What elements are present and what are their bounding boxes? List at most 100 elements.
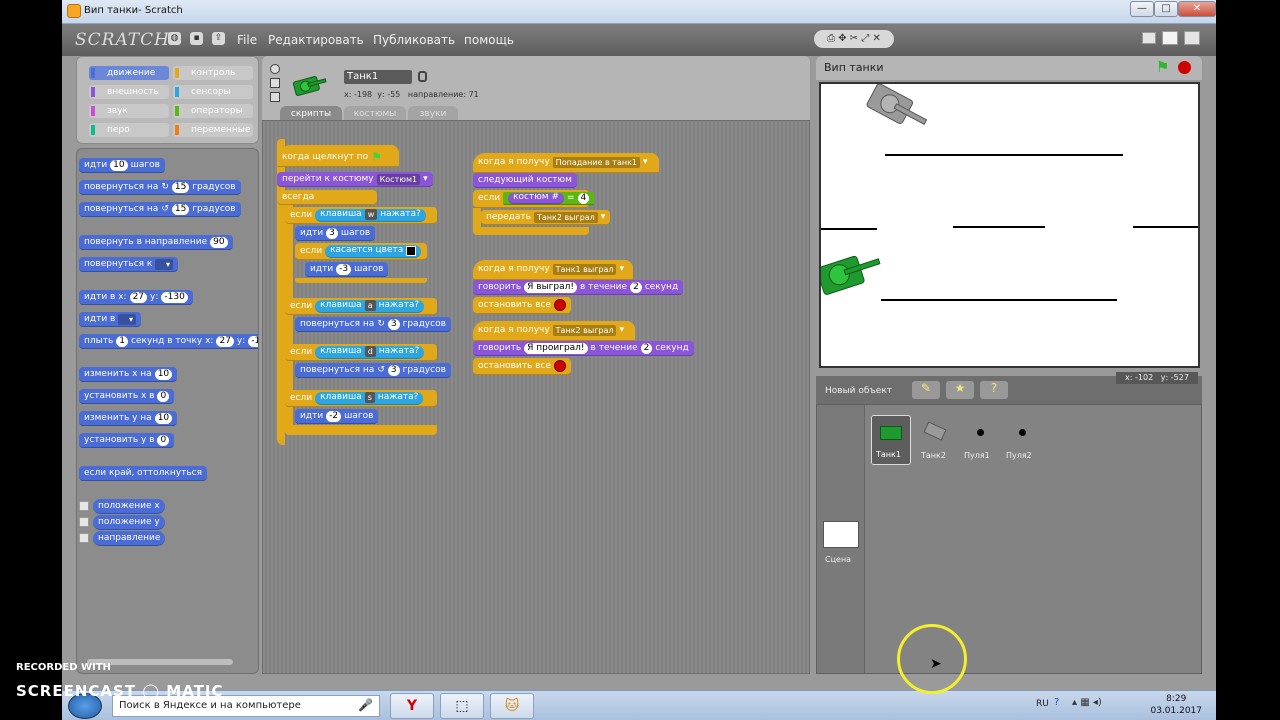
watermark-line1: RECORDED WITH <box>16 662 111 673</box>
language-indicator[interactable]: RU <box>1036 699 1049 709</box>
stage[interactable] <box>819 82 1200 368</box>
snipping-tool-icon[interactable]: ⬚ <box>440 693 484 719</box>
sprite-name-field[interactable]: Танк1 <box>344 70 412 84</box>
close-button[interactable]: ✕ <box>1178 1 1216 17</box>
turn-left-3-block[interactable]: повернуться на ↺ 3 градусов <box>295 363 451 378</box>
checkbox-direction[interactable] <box>79 533 89 543</box>
palette-direction-reporter[interactable]: направление <box>93 531 166 546</box>
stop-button[interactable] <box>1178 61 1191 74</box>
menu-edit[interactable]: Редактировать <box>268 33 364 47</box>
category-operators[interactable]: операторы <box>173 104 253 118</box>
menu-file[interactable]: File <box>237 33 257 47</box>
palette-glide-block[interactable]: плыть1секунд в точку х:27у:-1 <box>79 334 258 349</box>
sprite-tools[interactable]: ⎙ ✥ ✂ ⤢ ✕ <box>814 30 894 48</box>
category-sound[interactable]: звук <box>89 104 169 118</box>
move-minus3-block[interactable]: идти -3 шагов <box>305 262 389 277</box>
if-key-a-block[interactable]: если клавиша a нажата? <box>285 298 437 315</box>
sprite-tile-tank1[interactable]: Танк1 <box>871 415 911 465</box>
minimize-button[interactable]: — <box>1130 1 1154 17</box>
palette-bounce-block[interactable]: если край, оттолкнуться <box>79 466 207 481</box>
when-receive-tank2-won-hat[interactable]: когда я получу Танк2 выграл ▾ <box>473 321 635 341</box>
if-key-w-block[interactable]: если клавиша w нажата? <box>285 207 437 224</box>
when-receive-hit-hat[interactable]: когда я получу Попадание в танк1 ▾ <box>473 153 659 173</box>
menu-help[interactable]: помощь <box>464 33 514 47</box>
clock[interactable]: 8:29 03.01.2017 <box>1150 693 1202 717</box>
no-rotate-icon[interactable] <box>270 92 280 102</box>
palette-move-block[interactable]: идти 10 шагов <box>79 158 165 173</box>
say-lost-block[interactable]: говорить Я проиграл! в течение 2 секунд <box>473 341 694 356</box>
say-won-block[interactable]: говорить Я выграл! в течение 2 секунд <box>473 280 684 295</box>
paint-sprite-button[interactable]: ✎ <box>912 381 940 399</box>
checkbox-x-position[interactable] <box>79 501 89 511</box>
sprite-tile-bullet2[interactable]: Пуля2 <box>1003 415 1043 465</box>
share-icon[interactable]: ⇪ <box>212 32 225 45</box>
category-looks[interactable]: внешность <box>89 85 169 99</box>
normal-stage-icon[interactable] <box>1162 31 1178 45</box>
category-pen[interactable]: перо <box>89 123 169 137</box>
green-flag-button[interactable]: ⚑ <box>1156 58 1169 76</box>
if-key-s-block[interactable]: если клавиша s нажата? <box>285 390 437 407</box>
scratch-logo: SCRATCH <box>75 30 170 50</box>
save-icon[interactable]: ▪ <box>190 32 203 45</box>
move-3-block[interactable]: идти 3 шагов <box>295 226 376 241</box>
flip-style-icon[interactable] <box>270 78 280 88</box>
broadcast-block[interactable]: передать Танк2 выграл ▾ <box>481 210 611 225</box>
sprite-header: Танк1 х: -198 у: -55 направление: 71 скр… <box>262 56 810 122</box>
palette-change-x-block[interactable]: изменить х на 10 <box>79 367 178 382</box>
category-sensing[interactable]: сенсоры <box>173 85 253 99</box>
maximize-button[interactable]: □ <box>1154 1 1178 17</box>
small-stage-icon[interactable] <box>1142 32 1156 44</box>
forever-block[interactable]: всегда <box>277 190 377 205</box>
category-variables[interactable]: переменные <box>173 123 253 137</box>
switch-costume-block[interactable]: перейти к костюму Костюм1 ▾ <box>277 172 433 187</box>
tank1-sprite[interactable] <box>819 240 895 304</box>
palette-point-direction-block[interactable]: повернуть в направление 90 <box>79 235 233 250</box>
palette-x-position-reporter[interactable]: положение х <box>93 499 165 514</box>
palette-y-position-reporter[interactable]: положение у <box>93 515 165 530</box>
palette-goto-block[interactable]: идти в ▾ <box>79 312 141 327</box>
palette-point-towards-block[interactable]: повернуться к ▾ <box>79 257 179 272</box>
stop-sign-icon <box>553 360 566 372</box>
sprite-label: Пуля1 <box>964 451 990 460</box>
if-key-d-block[interactable]: если клавиша d нажата? <box>285 344 437 361</box>
when-receive-tank1-won-hat[interactable]: когда я получу Танк1 выграл ▾ <box>473 260 633 280</box>
palette-goto-xy-block[interactable]: идти в х: 27 у: -130 <box>79 290 193 305</box>
random-sprite-button[interactable]: ? <box>980 381 1008 399</box>
lock-icon[interactable] <box>418 71 427 82</box>
wall <box>821 228 877 230</box>
choose-sprite-button[interactable]: ★ <box>946 381 974 399</box>
rotate-style-icon[interactable] <box>270 64 280 74</box>
tank2-sprite[interactable] <box>859 84 945 148</box>
presentation-icon[interactable] <box>1184 31 1200 45</box>
sprite-tile-bullet1[interactable]: Пуля1 <box>961 415 1001 465</box>
stop-all-block[interactable]: остановить все <box>473 297 571 314</box>
help-icon[interactable]: ? <box>1054 697 1059 708</box>
when-flag-clicked-hat[interactable]: когда щелкнут по ⚑ <box>277 145 399 167</box>
category-motion[interactable]: движение <box>89 66 169 80</box>
scratch-window: Вип танки- Scratch — □ ✕ SCRATCH ◍ ▪ ⇪ F… <box>62 0 1216 690</box>
stage-thumbnail[interactable] <box>823 521 859 548</box>
move-minus2-block[interactable]: идти -2 шагов <box>295 409 379 424</box>
globe-icon[interactable]: ◍ <box>168 32 181 45</box>
palette-turn-right-block[interactable]: повернуться на ↻ 15 градусов <box>79 180 241 195</box>
yandex-browser-icon[interactable]: Y <box>390 693 434 719</box>
palette-change-y-block[interactable]: изменить у на 10 <box>79 411 178 426</box>
palette-turn-left-block[interactable]: повернуться на ↺ 15 градусов <box>79 202 241 217</box>
sprite-tile-tank2[interactable]: Танк2 <box>917 415 957 465</box>
if-touching-color-block[interactable]: если касается цвета <box>295 243 427 260</box>
tank1-thumbnail <box>880 426 902 440</box>
script-area[interactable]: когда щелкнут по ⚑ перейти к костюму Костю… <box>262 120 810 674</box>
turn-right-3-block[interactable]: повернуться на ↻ 3 градусов <box>295 317 451 332</box>
stop-all-block-2[interactable]: остановить все <box>473 358 571 375</box>
checkbox-y-position[interactable] <box>79 517 89 527</box>
category-control[interactable]: контроль <box>173 66 253 80</box>
tray-icons[interactable]: ▴ ▦ ◂) <box>1072 697 1102 708</box>
menu-share[interactable]: Публиковать <box>373 33 455 47</box>
palette-set-x-block[interactable]: установить х в0 <box>79 389 175 404</box>
palette-set-y-block[interactable]: установить у в0 <box>79 433 175 448</box>
color-swatch[interactable] <box>406 245 417 256</box>
if-costume-block[interactable]: если костюм # = 4 <box>473 190 595 208</box>
next-costume-block[interactable]: следующий костюм <box>473 173 577 188</box>
scratch-app-icon[interactable]: 🐱 <box>490 693 534 719</box>
microphone-icon[interactable]: 🎤 <box>358 698 373 712</box>
